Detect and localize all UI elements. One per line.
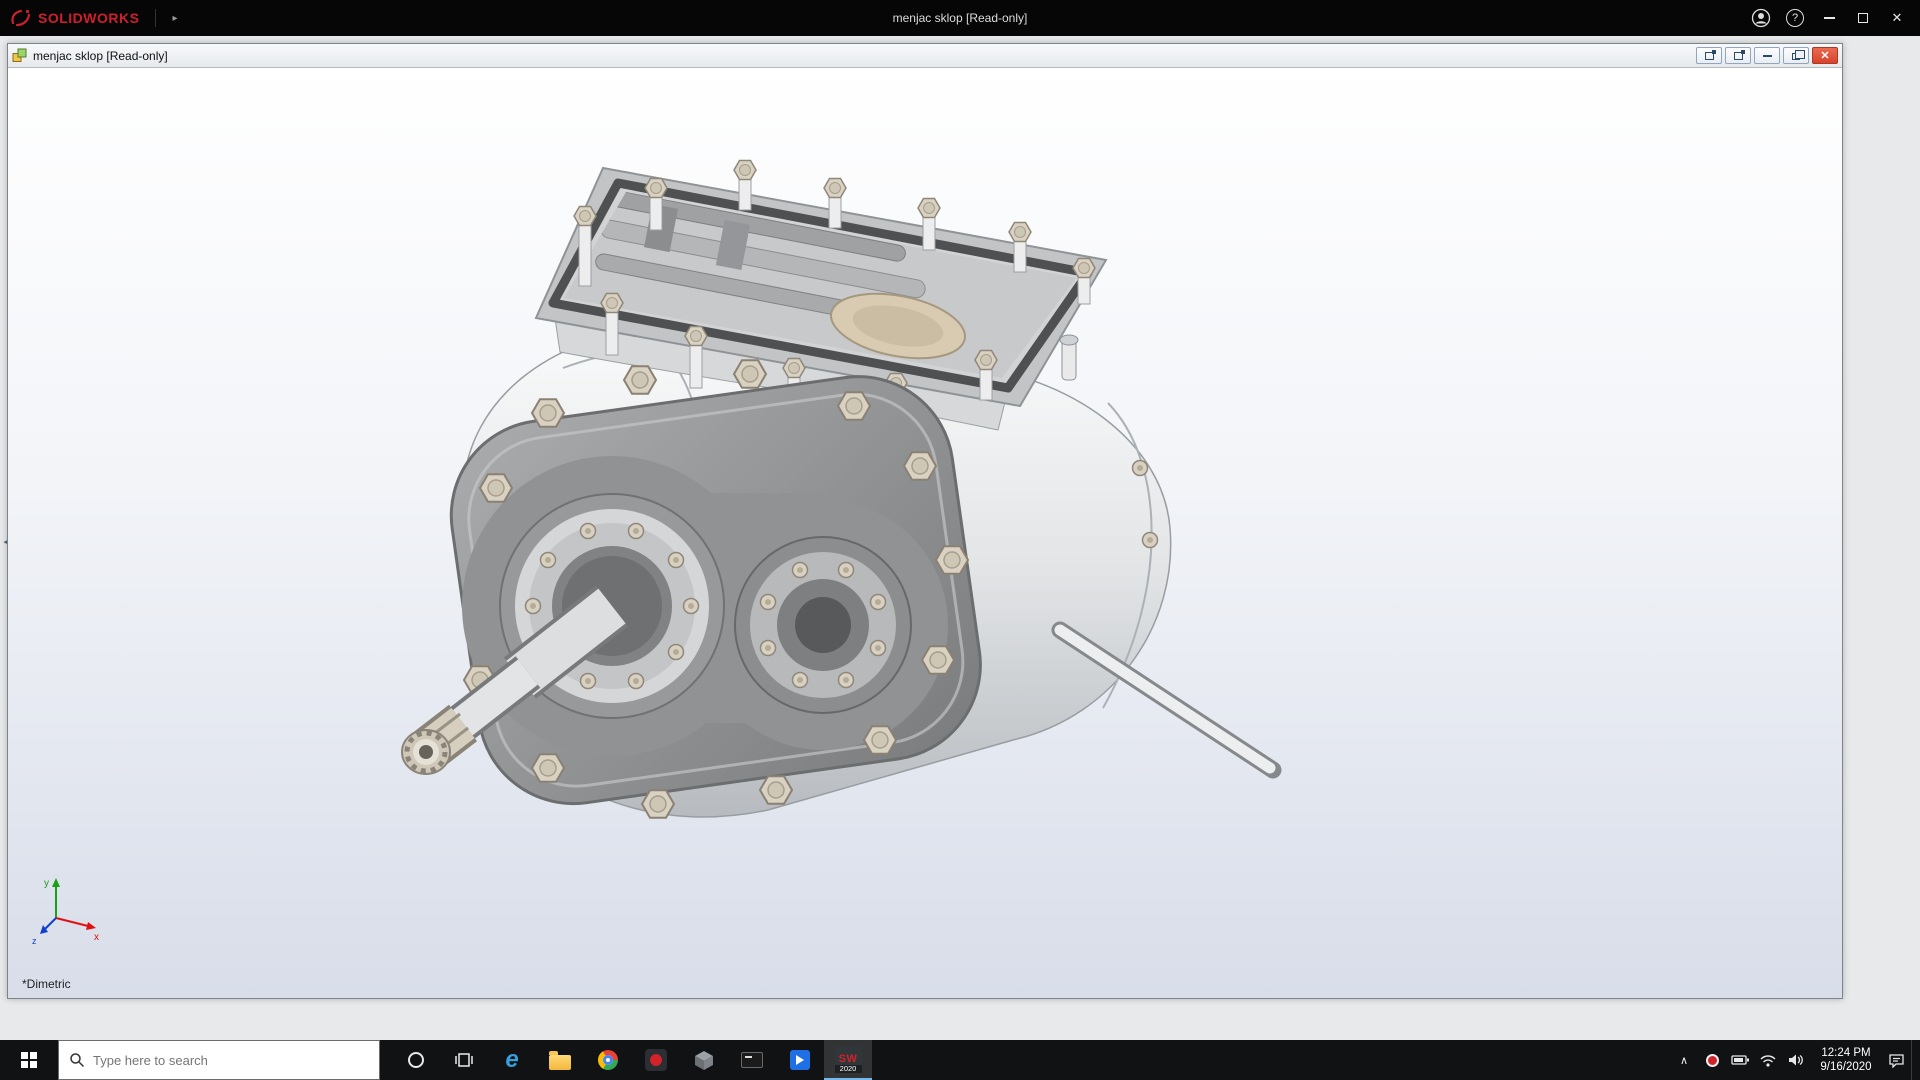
taskbar-chrome-button[interactable] xyxy=(584,1040,632,1080)
clock-time: 12:24 PM xyxy=(1821,1047,1871,1059)
minimize-icon xyxy=(1823,17,1835,19)
tile-windows-button[interactable] xyxy=(1725,47,1751,64)
menu-expand-arrow-icon[interactable]: ▸ xyxy=(172,13,177,24)
taskbar-cortana-button[interactable] xyxy=(392,1040,440,1080)
cortana-icon xyxy=(408,1052,424,1068)
restore-icon xyxy=(1792,50,1805,60)
orientation-triad[interactable]: y x z xyxy=(30,874,104,954)
wifi-icon xyxy=(1760,1054,1776,1067)
system-tray: ∧ 12:24 PM 9/16/2020 xyxy=(1671,1040,1920,1080)
taskbar-cube-app-button[interactable] xyxy=(680,1040,728,1080)
z-axis-label: z xyxy=(32,936,37,946)
workspace: ◂ menjac sklop [Read-only] ✕ y x z *Dime… xyxy=(0,36,1920,1040)
x-axis-label: x xyxy=(94,932,99,943)
network-button[interactable] xyxy=(1755,1040,1781,1080)
document-titlebar[interactable]: menjac sklop [Read-only] ✕ xyxy=(8,44,1842,68)
taskbar-app-red-button[interactable] xyxy=(632,1040,680,1080)
x-axis-arrow xyxy=(86,922,96,930)
file-explorer-icon xyxy=(549,1051,571,1070)
taskbar-solidworks-button[interactable]: SW 2020 xyxy=(824,1040,872,1080)
show-desktop-button[interactable] xyxy=(1911,1040,1916,1080)
terminal-icon xyxy=(741,1052,763,1068)
user-avatar-icon xyxy=(1751,8,1771,28)
tray-chevron-up-icon[interactable]: ∧ xyxy=(1671,1040,1697,1080)
doc-close-button[interactable]: ✕ xyxy=(1812,47,1838,64)
doc-restore-button[interactable] xyxy=(1783,47,1809,64)
tray-app-button[interactable] xyxy=(1699,1040,1725,1080)
taskbar-task-view-button[interactable] xyxy=(440,1040,488,1080)
graphics-viewport[interactable]: y x z *Dimetric xyxy=(8,68,1842,998)
new-window-icon xyxy=(1704,49,1716,60)
action-center-button[interactable] xyxy=(1883,1040,1909,1080)
help-icon: ? xyxy=(1786,9,1804,27)
countershaft-bore[interactable] xyxy=(734,536,912,714)
clock-date: 9/16/2020 xyxy=(1820,1061,1872,1073)
y-axis-label: y xyxy=(44,878,49,889)
search-input[interactable] xyxy=(93,1052,343,1068)
new-window-button[interactable] xyxy=(1696,47,1722,64)
minimize-icon xyxy=(1762,54,1772,57)
windows-taskbar: e SW 2020 ∧ xyxy=(0,1040,1920,1080)
view-orientation-label: *Dimetric xyxy=(22,977,71,991)
taskbar-file-explorer-button[interactable] xyxy=(536,1040,584,1080)
y-axis-arrow xyxy=(52,878,60,887)
tile-windows-icon xyxy=(1733,49,1745,60)
solidworks-logo: SOLIDWORKS ▸ xyxy=(0,8,177,28)
volume-button[interactable] xyxy=(1783,1040,1809,1080)
brand-name: SOLIDWORKS xyxy=(38,10,140,26)
gearbox-3d-model[interactable] xyxy=(8,68,1842,998)
maximize-icon xyxy=(1858,13,1868,23)
document-window: menjac sklop [Read-only] ✕ y x z *Dimetr… xyxy=(7,43,1843,999)
cube-app-icon xyxy=(695,1051,713,1070)
edge-icon: e xyxy=(505,1046,519,1073)
battery-icon xyxy=(1731,1055,1749,1065)
screen: { "app": { "brand": "SOLIDWORKS", "title… xyxy=(0,0,1920,1080)
app-maximize-button[interactable] xyxy=(1846,0,1880,36)
speaker-icon xyxy=(1789,1054,1803,1066)
media-app-icon xyxy=(790,1050,810,1070)
divider xyxy=(155,9,157,27)
app-close-button[interactable]: ✕ xyxy=(1880,0,1914,36)
account-button[interactable] xyxy=(1744,0,1778,36)
app-titlebar: SOLIDWORKS ▸ menjac sklop [Read-only] ? … xyxy=(0,0,1920,36)
action-center-icon xyxy=(1888,1053,1904,1068)
task-view-icon xyxy=(455,1053,473,1067)
taskbar-clock[interactable]: 12:24 PM 9/16/2020 xyxy=(1811,1046,1881,1074)
assembly-document-icon xyxy=(12,48,27,62)
red-app-icon xyxy=(645,1049,667,1071)
solidworks-app-icon: SW 2020 xyxy=(834,1045,862,1073)
taskbar-terminal-button[interactable] xyxy=(728,1040,776,1080)
start-button[interactable] xyxy=(0,1040,58,1080)
solidworks-year-badge: 2020 xyxy=(834,1064,862,1073)
tray-red-icon xyxy=(1705,1053,1719,1067)
solidworks-logo-icon xyxy=(11,9,31,27)
app-title: menjac sklop [Read-only] xyxy=(892,11,1028,25)
document-title: menjac sklop [Read-only] xyxy=(33,48,168,63)
chrome-icon xyxy=(598,1050,618,1070)
taskbar-media-app-button[interactable] xyxy=(776,1040,824,1080)
search-icon xyxy=(70,1053,85,1068)
taskbar-search[interactable] xyxy=(58,1040,380,1080)
app-minimize-button[interactable] xyxy=(1812,0,1846,36)
windows-logo-icon xyxy=(21,1052,37,1068)
help-button[interactable]: ? xyxy=(1778,0,1812,36)
taskbar-edge-button[interactable]: e xyxy=(488,1040,536,1080)
doc-minimize-button[interactable] xyxy=(1754,47,1780,64)
battery-button[interactable] xyxy=(1727,1040,1753,1080)
